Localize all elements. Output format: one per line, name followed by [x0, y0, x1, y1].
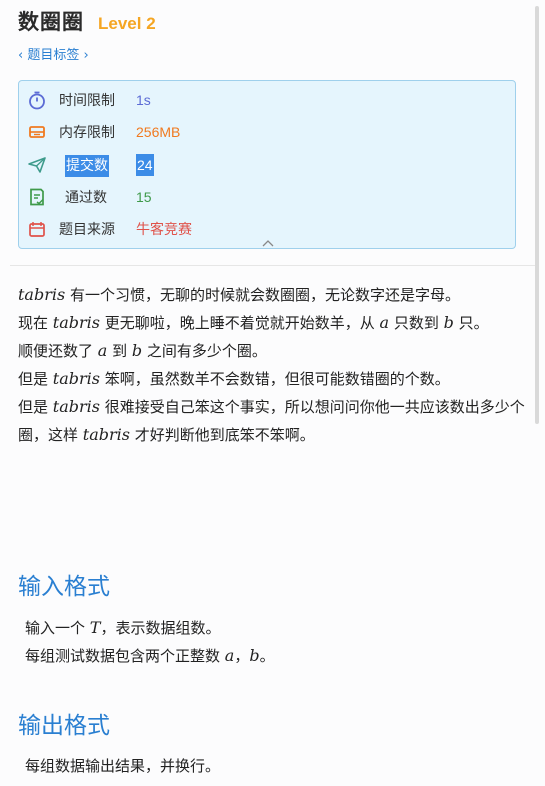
source-value[interactable]: 牛客竞赛 [136, 219, 192, 239]
time-limit-label: 时间限制 [59, 93, 115, 109]
submissions-value: 24 [136, 154, 154, 176]
section-divider [10, 265, 535, 266]
input-format-content: 输入一个 T，表示数据组数。 每组测试数据包含两个正整数 a，b。 [25, 614, 275, 670]
description-paragraph: 顺便还数了 a 到 b 之间有多少个圈。 [18, 341, 267, 360]
input-format-heading: 输入格式 [18, 574, 110, 600]
output-line: 每组数据输出结果，并换行。 [25, 757, 221, 775]
problem-title: 数圈圈 [18, 10, 84, 34]
submissions-label: 提交数 [65, 155, 109, 177]
scrollbar[interactable] [535, 6, 539, 424]
accepted-value: 15 [136, 189, 152, 205]
accepted-label: 通过数 [65, 190, 107, 206]
description-paragraph: 现在 tabris 更无聊啦，晚上睡不着觉就开始数羊，从 a 只数到 b 只。 [18, 313, 489, 332]
description-paragraph: 但是 tabris 笨啊，虽然数羊不会数错，但很可能数错圈的个数。 [18, 369, 450, 388]
memory-limit-label: 内存限制 [59, 125, 115, 141]
source-label: 题目来源 [59, 222, 115, 238]
output-format-heading: 输出格式 [18, 713, 110, 739]
memory-limit-value: 256MB [136, 124, 181, 140]
description-paragraph: tabris 有一个习惯，无聊的时候就会数圈圈，无论数字还是字母。 [18, 285, 460, 304]
paper-plane-icon [28, 157, 46, 173]
box-icon [29, 222, 45, 237]
chevron-up-icon[interactable] [261, 239, 275, 247]
description-paragraph: 但是 tabris 很难接受自己笨这个事实，所以想问问你他一共应该数出多少个圈，… [18, 397, 525, 444]
stopwatch-icon [29, 91, 45, 110]
time-limit-value: 1s [136, 92, 151, 108]
output-format-content: 每组数据输出结果，并换行。 [25, 753, 220, 780]
problem-tags-link[interactable]: ‹ 题目标签 › [18, 44, 89, 63]
problem-header: 数圈圈 Level 2 [18, 6, 156, 36]
checklist-icon [30, 188, 44, 206]
memory-chip-icon [29, 126, 45, 138]
problem-info-panel: 时间限制 1s 内存限制 256MB 提交数 24 通过数 15 题目来源 牛客… [18, 80, 516, 249]
difficulty-level: Level 2 [98, 14, 156, 33]
input-line: 每组测试数据包含两个正整数 a，b。 [25, 646, 275, 665]
problem-description: tabris 有一个习惯，无聊的时候就会数圈圈，无论数字还是字母。 现在 tab… [18, 281, 528, 449]
input-line: 输入一个 T，表示数据组数。 [25, 618, 221, 637]
